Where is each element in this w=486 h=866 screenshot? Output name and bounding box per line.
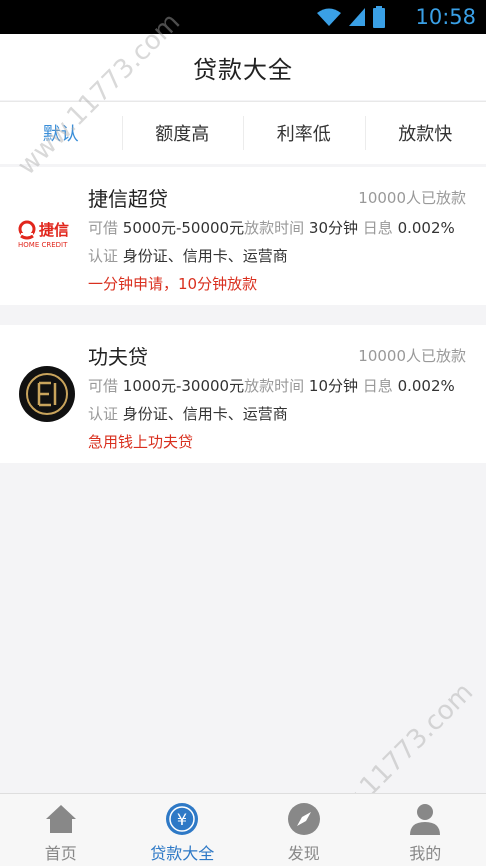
logo-text: 捷信 <box>39 219 69 240</box>
status-bar: 10:58 <box>0 0 486 34</box>
loan-name: 功夫贷 <box>88 341 148 370</box>
loan-count: 10000人已放款 <box>358 345 466 366</box>
loan-terms: 可借 1000元-30000元放款时间 10分钟 日息 0.002% <box>88 375 455 396</box>
nav-home[interactable]: 首页 <box>0 794 122 866</box>
cell-signal-icon <box>348 7 366 27</box>
nav-label: 贷款大全 <box>150 840 214 864</box>
rate-value: 0.002% <box>398 377 455 395</box>
gongfu-logo-mark <box>18 365 76 423</box>
nav-discover[interactable]: 发现 <box>243 794 365 866</box>
loan-count: 10000人已放款 <box>358 187 466 208</box>
page-header: 贷款大全 <box>0 34 486 100</box>
tab-low-rate[interactable]: 利率低 <box>243 102 365 164</box>
loan-cert: 认证 身份证、信用卡、运营商 <box>88 245 288 266</box>
nav-profile[interactable]: 我的 <box>365 794 486 866</box>
page-title: 贷款大全 <box>193 50 293 85</box>
svg-text:¥: ¥ <box>177 810 187 829</box>
amount-label: 可借 <box>88 219 118 237</box>
amount-label: 可借 <box>88 377 118 395</box>
rate-label: 日息 <box>363 219 393 237</box>
loan-slogan: 急用钱上功夫贷 <box>88 431 193 452</box>
user-icon <box>408 802 442 836</box>
loan-card[interactable]: 功夫贷 10000人已放款 可借 1000元-30000元放款时间 10分钟 日… <box>0 325 486 463</box>
time-label: 放款时间 <box>244 377 304 395</box>
battery-icon <box>372 6 386 28</box>
sort-tabs: 默认 额度高 利率低 放款快 <box>0 101 486 164</box>
compass-icon <box>287 802 321 836</box>
status-time: 10:58 <box>415 4 476 30</box>
tab-high-amount[interactable]: 额度高 <box>122 102 244 164</box>
status-icons <box>316 6 386 28</box>
rate-label: 日息 <box>363 377 393 395</box>
nav-label: 我的 <box>409 840 441 864</box>
nav-label: 发现 <box>288 840 320 864</box>
yuan-icon: ¥ <box>165 802 199 836</box>
loan-cert: 认证 身份证、信用卡、运营商 <box>88 403 288 424</box>
cert-value: 身份证、信用卡、运营商 <box>123 247 288 265</box>
amount-value: 1000元-30000元 <box>123 377 244 395</box>
cert-value: 身份证、信用卡、运营商 <box>123 405 288 423</box>
amount-value: 5000元-50000元 <box>123 219 244 237</box>
time-value: 10分钟 <box>309 377 358 395</box>
jiexin-logo: 捷信 HOME CREDIT <box>18 217 76 253</box>
time-label: 放款时间 <box>244 219 304 237</box>
logo-subtext: HOME CREDIT <box>18 241 67 249</box>
rate-value: 0.002% <box>398 219 455 237</box>
nav-loans[interactable]: ¥ 贷款大全 <box>122 794 244 866</box>
tab-default[interactable]: 默认 <box>0 102 122 164</box>
bottom-nav: 首页 ¥ 贷款大全 发现 我的 <box>0 793 486 866</box>
loan-card[interactable]: 捷信 HOME CREDIT 捷信超贷 10000人已放款 可借 5000元-5… <box>0 167 486 305</box>
gongfu-logo <box>18 365 76 423</box>
nav-label: 首页 <box>45 840 77 864</box>
wifi-icon <box>316 7 342 27</box>
cert-label: 认证 <box>88 405 118 423</box>
loan-name: 捷信超贷 <box>88 183 168 212</box>
tab-fast-loan[interactable]: 放款快 <box>365 102 486 164</box>
time-value: 30分钟 <box>309 219 358 237</box>
cert-label: 认证 <box>88 247 118 265</box>
home-icon <box>44 802 78 836</box>
loan-slogan: 一分钟申请，10分钟放款 <box>88 273 257 294</box>
loan-terms: 可借 5000元-50000元放款时间 30分钟 日息 0.002% <box>88 217 455 238</box>
